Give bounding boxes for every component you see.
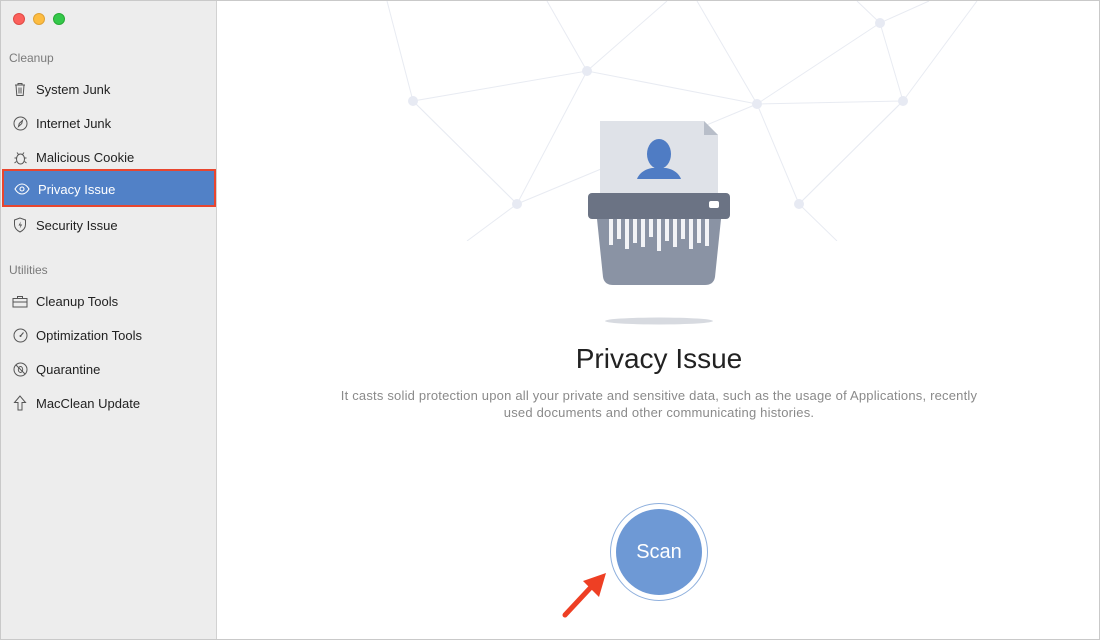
sidebar-item-system-junk[interactable]: System Junk — [1, 72, 217, 106]
toolbox-icon — [11, 292, 29, 310]
sidebar-item-optimization-tools[interactable]: Optimization Tools — [1, 318, 217, 352]
sidebar-item-label: Privacy Issue — [38, 181, 116, 197]
compass-icon — [11, 114, 29, 132]
sidebar-item-security-issue[interactable]: Security Issue — [1, 208, 217, 242]
eye-icon — [13, 180, 31, 198]
sidebar-item-label: MacClean Update — [36, 395, 141, 411]
shield-icon — [11, 216, 29, 234]
sidebar-item-label: Security Issue — [36, 217, 118, 233]
shredder-illustration — [588, 121, 730, 325]
page-title: Privacy Issue — [575, 343, 743, 374]
trash-icon — [11, 80, 29, 98]
sidebar-item-label: Internet Junk — [36, 115, 112, 131]
close-button[interactable] — [13, 13, 25, 25]
sidebar-item-malicious-cookie[interactable]: Malicious Cookie — [1, 140, 217, 174]
window-controls — [13, 13, 65, 25]
sidebar-item-label: Cleanup Tools — [36, 293, 119, 309]
arrow-up-icon — [11, 394, 29, 412]
sidebar-item-label: Malicious Cookie — [36, 149, 135, 165]
app-window: Cleanup System Junk Internet Junk Malici… — [0, 0, 1100, 640]
sidebar-item-label: Quarantine — [36, 361, 101, 377]
red-arrow-annotation — [562, 573, 606, 618]
scan-button[interactable]: Scan — [616, 509, 702, 595]
sidebar-item-cleanup-tools[interactable]: Cleanup Tools — [1, 284, 217, 318]
zoom-button[interactable] — [53, 13, 65, 25]
section-label-utilities: Utilities — [9, 263, 48, 277]
sidebar-item-label: System Junk — [36, 81, 111, 97]
sidebar: Cleanup System Junk Internet Junk Malici… — [1, 1, 217, 639]
sidebar-item-quarantine[interactable]: Quarantine — [1, 352, 217, 386]
quarantine-icon — [11, 360, 29, 378]
sidebar-item-internet-junk[interactable]: Internet Junk — [1, 106, 217, 140]
page-description: It casts solid protection upon all your … — [340, 388, 978, 420]
minimize-button[interactable] — [33, 13, 45, 25]
sidebar-item-privacy-issue[interactable]: Privacy Issue — [3, 171, 215, 207]
main-panel: Privacy Issue It casts solid protection … — [217, 1, 1099, 639]
sidebar-item-label: Optimization Tools — [36, 327, 142, 343]
gauge-icon — [11, 326, 29, 344]
section-label-cleanup: Cleanup — [9, 51, 54, 65]
sidebar-item-macclean-update[interactable]: MacClean Update — [1, 386, 217, 420]
bug-icon — [11, 148, 29, 166]
